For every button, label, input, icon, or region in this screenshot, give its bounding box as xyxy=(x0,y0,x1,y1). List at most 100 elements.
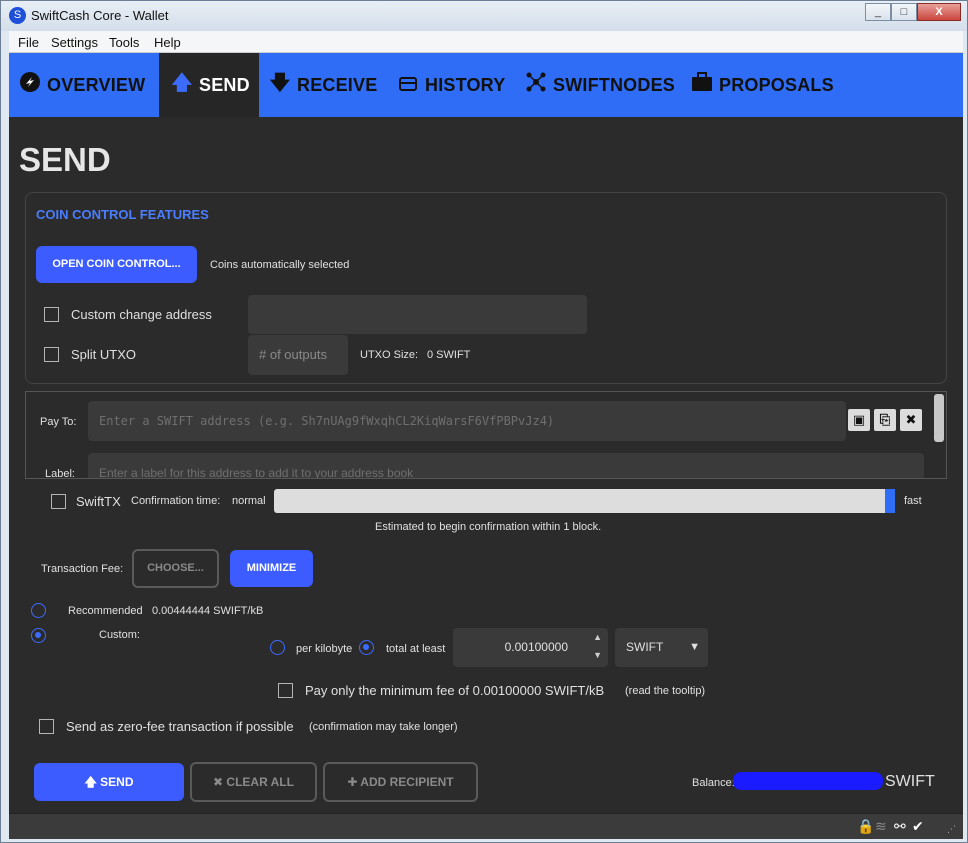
minimize-window-button[interactable]: _ xyxy=(865,3,891,21)
page-title: SEND xyxy=(19,141,111,178)
per-kilobyte-radio[interactable] xyxy=(270,640,285,655)
clear-all-label: CLEAR ALL xyxy=(226,775,294,789)
total-at-least-radio[interactable] xyxy=(359,640,374,655)
clear-all-button[interactable]: ✖ CLEAR ALL xyxy=(190,762,317,802)
min-fee-checkbox[interactable] xyxy=(278,683,293,698)
arrow-up-icon: 🡅 xyxy=(171,72,193,94)
coin-control-panel: COIN CONTROL FEATURES OPEN COIN CONTROL.… xyxy=(25,192,947,384)
arrow-up-icon: 🡅 xyxy=(84,775,101,789)
arrow-down-icon: 🡇 xyxy=(269,72,291,94)
maximize-window-button[interactable]: □ xyxy=(891,3,917,21)
address-book-icon: ▣ xyxy=(852,412,866,427)
coin-control-title: COIN CONTROL FEATURES xyxy=(36,207,209,222)
utxo-size-value: 0 SWIFT xyxy=(427,349,471,361)
recipient-scrollbar[interactable] xyxy=(932,392,946,478)
scrollbar-thumb[interactable] xyxy=(934,394,944,442)
fee-unit-select[interactable]: SWIFT ▼ xyxy=(615,628,708,667)
history-icon xyxy=(397,74,419,97)
app-window: S SwiftCash Core - Wallet _ □ X File Set… xyxy=(0,0,968,843)
send-page: SEND COIN CONTROL FEATURES OPEN COIN CON… xyxy=(9,117,963,813)
custom-change-address-input[interactable] xyxy=(248,295,587,334)
remove-recipient-button[interactable]: ✖ xyxy=(900,409,922,431)
split-utxo-label: Split UTXO xyxy=(71,347,137,362)
add-recipient-label: ADD RECIPIENT xyxy=(360,775,454,789)
label-field-label: Label: xyxy=(45,468,75,479)
fee-unit-value: SWIFT xyxy=(626,640,664,654)
logo-icon xyxy=(19,71,41,99)
per-kilobyte-label: per kilobyte xyxy=(296,643,353,655)
spin-down-icon[interactable]: ▼ xyxy=(593,650,602,660)
minimize-fee-button[interactable]: MINIMIZE xyxy=(230,550,313,587)
outputs-count-input[interactable]: # of outputs xyxy=(248,335,348,375)
coin-control-status: Coins automatically selected xyxy=(210,259,350,271)
tab-send[interactable]: 🡅 SEND xyxy=(159,53,259,117)
tab-send-label: SEND xyxy=(199,74,250,95)
confirmation-time-slider[interactable] xyxy=(274,489,895,513)
swifttx-checkbox[interactable] xyxy=(51,494,66,509)
menu-tools[interactable]: Tools xyxy=(109,35,139,50)
custom-fee-radio[interactable] xyxy=(31,628,46,643)
confirmation-normal-label: normal xyxy=(232,495,266,507)
pay-to-address-input[interactable]: Enter a SWIFT address (e.g. Sh7nUAg9fWxq… xyxy=(88,401,846,441)
menu-settings[interactable]: Settings xyxy=(51,35,98,50)
network-icon: ⚯ xyxy=(894,818,906,834)
tab-proposals[interactable]: PROPOSALS xyxy=(691,53,834,117)
tab-overview[interactable]: OVERVIEW xyxy=(19,53,145,117)
balance-unit: SWIFT xyxy=(885,773,935,790)
confirmation-estimate: Estimated to begin confirmation within 1… xyxy=(375,521,602,533)
spin-up-icon[interactable]: ▲ xyxy=(593,632,602,642)
total-at-least-label: total at least xyxy=(386,643,446,655)
tab-receive[interactable]: 🡇 RECEIVE xyxy=(269,53,378,117)
tab-swiftnodes[interactable]: SWIFTNODES xyxy=(525,53,675,117)
close-window-button[interactable]: X xyxy=(917,3,961,21)
split-utxo-checkbox[interactable] xyxy=(44,347,59,362)
menu-help[interactable]: Help xyxy=(154,35,181,50)
tab-receive-label: RECEIVE xyxy=(297,74,378,95)
nodes-icon xyxy=(525,72,547,98)
add-recipient-button[interactable]: ✚ ADD RECIPIENT xyxy=(323,762,478,802)
confirmation-fast-label: fast xyxy=(904,495,922,507)
custom-fee-amount-input[interactable]: 0.00100000 ▲ ▼ xyxy=(453,628,608,667)
address-book-button[interactable]: ▣ xyxy=(848,409,870,431)
send-button-label: SEND xyxy=(100,775,134,789)
staking-icon: ≋ xyxy=(875,818,887,834)
custom-change-checkbox[interactable] xyxy=(44,307,59,322)
send-button[interactable]: 🡅 SEND xyxy=(34,763,184,801)
slider-handle[interactable] xyxy=(885,489,895,513)
custom-fee-label: Custom: xyxy=(99,629,140,641)
window-title: SwiftCash Core - Wallet xyxy=(31,8,169,23)
close-icon: ✖ xyxy=(213,775,227,789)
open-coin-control-button[interactable]: OPEN COIN CONTROL... xyxy=(36,246,197,283)
nav-bar: OVERVIEW 🡅 SEND 🡇 RECEIVE HISTORY SWIFTN… xyxy=(9,53,963,117)
resize-grip-icon[interactable]: ⋰ xyxy=(947,824,956,835)
tab-overview-label: OVERVIEW xyxy=(47,74,146,95)
menu-bar: File Settings Tools Help xyxy=(9,31,963,53)
custom-change-label: Custom change address xyxy=(71,307,212,322)
paste-icon: ⎘ xyxy=(879,412,891,427)
close-icon: ✖ xyxy=(905,412,917,427)
zero-fee-note: (confirmation may take longer) xyxy=(309,721,458,733)
chevron-down-icon: ▼ xyxy=(689,641,700,653)
status-bar: 🔒 ≋ ⚯ ✔ ⋰ xyxy=(9,813,963,839)
recommended-fee-radio[interactable] xyxy=(31,603,46,618)
confirmation-time-label: Confirmation time: xyxy=(131,495,221,507)
briefcase-icon xyxy=(691,72,713,98)
tooltip-note: (read the tooltip) xyxy=(625,685,706,697)
lock-icon: 🔒 xyxy=(857,818,875,834)
tab-history[interactable]: HISTORY xyxy=(397,53,505,117)
balance-redaction xyxy=(733,772,883,790)
paste-button[interactable]: ⎘ xyxy=(874,409,896,431)
label-input[interactable]: Enter a label for this address to add it… xyxy=(88,453,924,478)
synced-check-icon: ✔ xyxy=(912,818,924,834)
swiftcash-logo-icon: S xyxy=(9,7,26,24)
menu-file[interactable]: File xyxy=(18,35,39,50)
tab-proposals-label: PROPOSALS xyxy=(719,74,834,95)
zero-fee-checkbox[interactable] xyxy=(39,719,54,734)
utxo-size-label: UTXO Size: xyxy=(360,349,419,361)
choose-fee-button[interactable]: CHOOSE... xyxy=(132,549,219,588)
custom-fee-amount: 0.00100000 xyxy=(504,640,568,654)
balance-label: Balance: xyxy=(692,777,735,789)
swifttx-label: SwiftTX xyxy=(76,494,121,509)
min-fee-label: Pay only the minimum fee of 0.00100000 S… xyxy=(305,683,605,698)
zero-fee-label: Send as zero-fee transaction if possible xyxy=(66,719,294,734)
